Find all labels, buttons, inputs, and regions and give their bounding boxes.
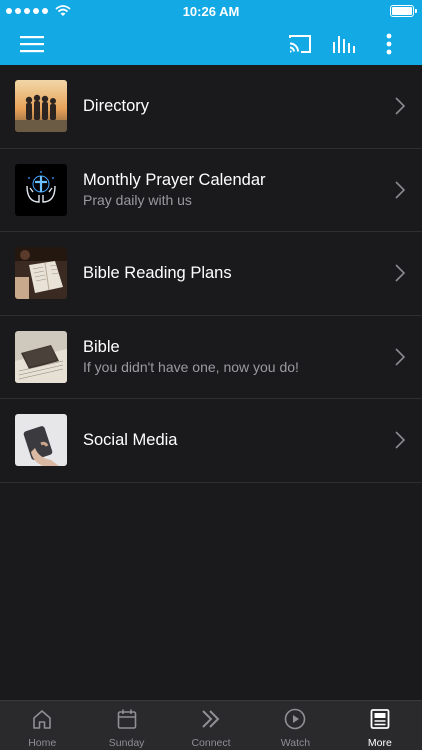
cast-icon (289, 34, 311, 53)
phone-hand-thumbnail (15, 414, 67, 467)
list-item-title: Directory (83, 97, 150, 116)
play-circle-icon (285, 708, 306, 730)
tab-sunday[interactable]: Sunday (84, 701, 168, 750)
list-item-subtitle: Pray daily with us (83, 192, 192, 209)
list-item-social-media[interactable]: Social Media (0, 399, 422, 483)
praying-hands-thumbnail (15, 163, 67, 216)
tab-label: Sunday (108, 737, 145, 749)
bible-photo-thumbnail (15, 330, 67, 383)
bottom-tab-bar: Home Sunday Connect Watch More (0, 700, 422, 750)
list-item-bible-reading-plans[interactable]: Bible Reading Plans (0, 232, 422, 316)
chevron-right-icon (395, 264, 406, 282)
open-book-thumbnail (15, 247, 67, 300)
tab-more[interactable]: More (338, 701, 422, 750)
list-item-title: Monthly Prayer Calendar (83, 171, 266, 190)
audio-button[interactable] (322, 22, 366, 65)
list-item-title: Bible (83, 338, 120, 357)
tab-label: Connect (191, 737, 231, 749)
vertical-dots-icon (386, 33, 392, 54)
more-list-icon (370, 709, 390, 729)
status-time: 10:26 AM (182, 4, 240, 19)
list-item-directory[interactable]: Directory (0, 65, 422, 149)
tab-home[interactable]: Home (0, 701, 84, 750)
list-item-title: Bible Reading Plans (83, 264, 232, 283)
list-item-title: Social Media (83, 431, 178, 450)
tab-label: Home (28, 737, 57, 749)
overflow-menu-button[interactable] (367, 22, 411, 65)
menu-button[interactable] (10, 22, 54, 65)
battery-icon (390, 5, 417, 17)
status-bar: 10:26 AM (0, 0, 422, 22)
more-menu-list: Directory Monthly Prayer Calendar Pray d… (0, 65, 422, 483)
chevron-right-icon (395, 348, 406, 366)
list-item-bible[interactable]: Bible If you didn't have one, now you do… (0, 316, 422, 399)
chevron-right-icon (395, 431, 406, 449)
top-toolbar (0, 22, 422, 65)
tab-watch[interactable]: Watch (253, 701, 337, 750)
tab-connect[interactable]: Connect (169, 701, 253, 750)
chevron-right-icon (395, 97, 406, 115)
tab-label: Watch (280, 737, 311, 749)
home-icon (33, 710, 52, 729)
double-chevron-icon (202, 710, 220, 728)
list-item-monthly-prayer-calendar[interactable]: Monthly Prayer Calendar Pray daily with … (0, 149, 422, 232)
calendar-icon (117, 709, 136, 729)
hamburger-icon (20, 35, 44, 52)
tab-label: More (367, 737, 392, 749)
list-item-subtitle: If you didn't have one, now you do! (83, 359, 299, 376)
people-photo-thumbnail (15, 80, 67, 133)
cast-button[interactable] (278, 22, 322, 65)
chevron-right-icon (395, 181, 406, 199)
audio-bars-icon (333, 35, 355, 53)
